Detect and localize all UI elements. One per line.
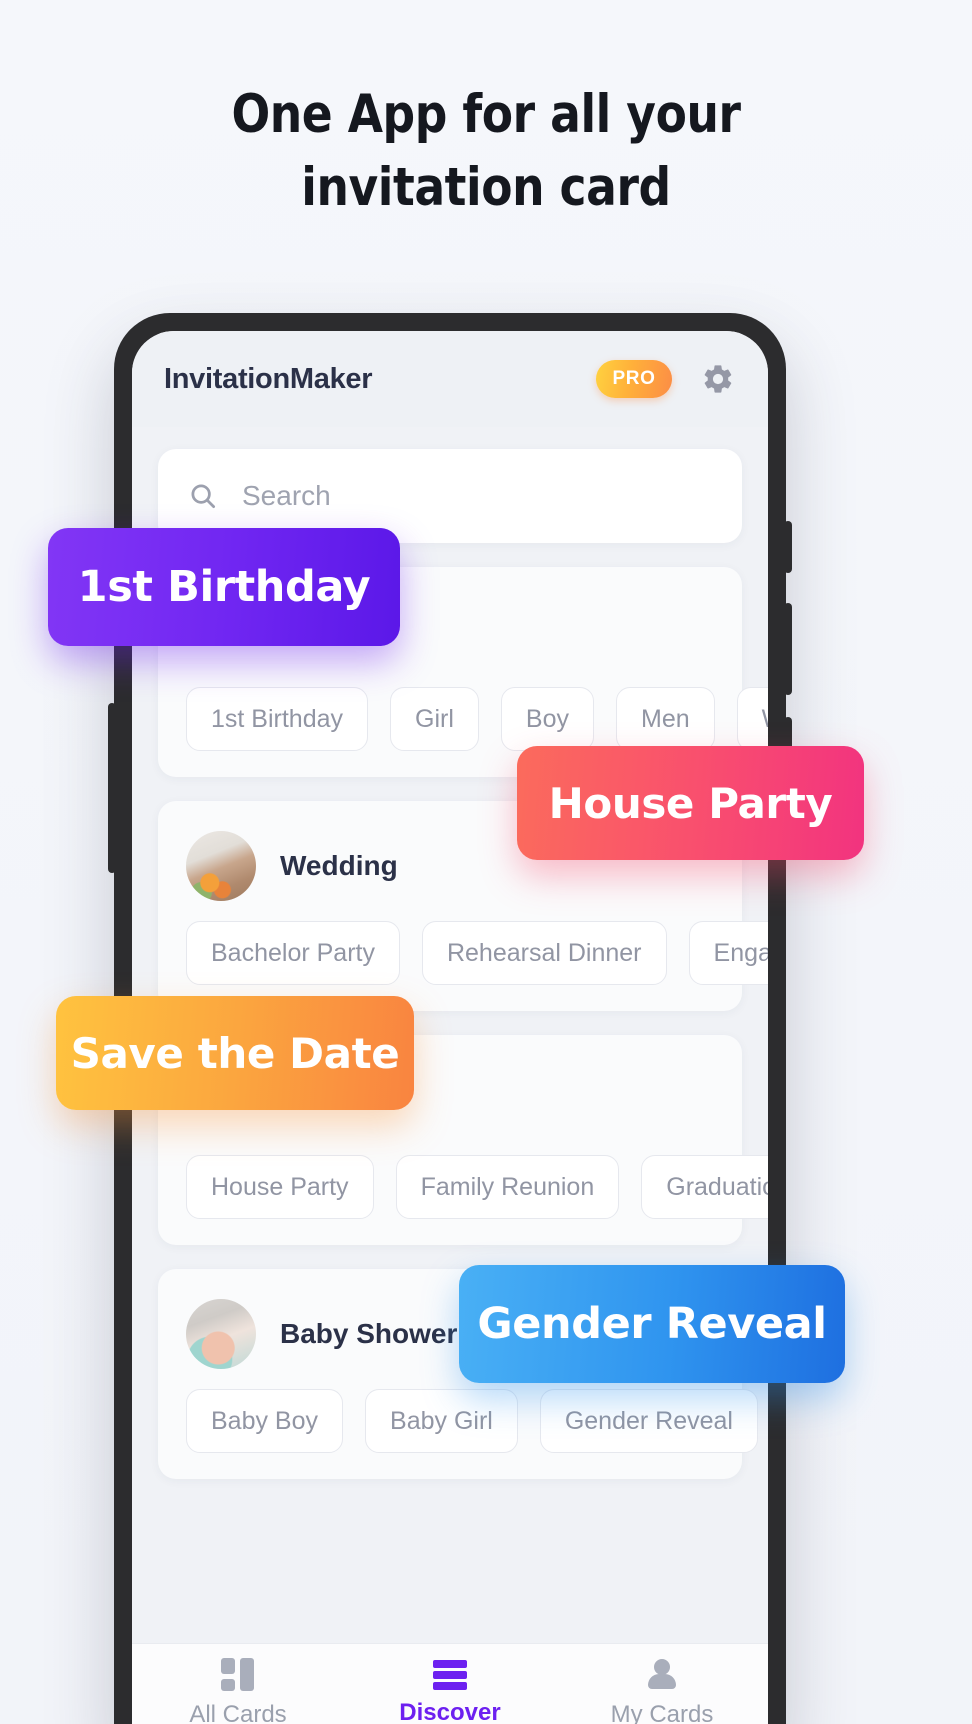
chip[interactable]: Family Reunion <box>395 1155 620 1219</box>
nav-label: My Cards <box>610 1701 714 1724</box>
chip[interactable]: 1st Birthday <box>186 687 369 751</box>
phone-volume-up-button <box>784 603 792 695</box>
chip-row[interactable]: Baby Boy Baby Girl Gender Reveal <box>158 1375 758 1453</box>
list-icon <box>433 1660 467 1690</box>
chip[interactable]: Baby Boy <box>186 1389 344 1453</box>
bottom-navigation: All Cards Discover My Cards <box>132 1643 768 1724</box>
chip[interactable]: Bachelor Party <box>186 921 400 985</box>
nav-item-discover[interactable]: Discover <box>344 1644 556 1724</box>
chip-row[interactable]: 1st Birthday Girl Boy Men Women <box>158 673 768 751</box>
promo-screenshot: One App for all your invitation card Inv… <box>0 0 972 1724</box>
nav-label: Discover <box>399 1699 501 1724</box>
phone-power-button <box>784 521 792 573</box>
app-header: InvitationMaker PRO <box>132 331 768 427</box>
baby-shower-thumbnail-image <box>186 1299 256 1369</box>
search-icon <box>191 484 215 508</box>
page-title: One App for all your invitation card <box>68 78 904 224</box>
pro-badge[interactable]: PRO <box>596 360 672 398</box>
phone-side-button <box>108 703 116 873</box>
person-icon <box>645 1658 679 1692</box>
nav-label: All Cards <box>189 1701 287 1724</box>
nav-item-all-cards[interactable]: All Cards <box>132 1644 344 1724</box>
chip[interactable]: Girl <box>390 687 479 751</box>
chip-row[interactable]: House Party Family Reunion Graduation Pa… <box>158 1141 768 1219</box>
callout-gender-reveal: Gender Reveal <box>459 1265 845 1383</box>
chip[interactable]: Rehearsal Dinner <box>421 921 667 985</box>
app-title: InvitationMaker <box>164 362 373 395</box>
chip[interactable]: Engagement Party <box>688 921 768 985</box>
chip[interactable]: Baby Girl <box>365 1389 518 1453</box>
section-title: Wedding <box>280 850 398 881</box>
callout-save-the-date: Save the Date <box>56 996 414 1110</box>
chip[interactable]: Graduation Party <box>641 1155 768 1219</box>
headline-line-1: One App for all your <box>231 84 741 145</box>
nav-item-my-cards[interactable]: My Cards <box>556 1644 768 1724</box>
chip[interactable]: Gender Reveal <box>539 1389 758 1453</box>
chip-row[interactable]: Bachelor Party Rehearsal Dinner Engageme… <box>158 907 768 985</box>
search-placeholder: Search <box>242 480 331 511</box>
headline-line-2: invitation card <box>301 157 671 219</box>
grid-icon <box>221 1658 255 1692</box>
chip[interactable]: Women <box>736 687 768 751</box>
section-title: Baby Shower <box>280 1318 458 1349</box>
gear-icon[interactable] <box>700 361 736 397</box>
wedding-thumbnail-image <box>186 831 256 901</box>
chip[interactable]: Boy <box>500 687 594 751</box>
chip[interactable]: Men <box>616 687 715 751</box>
chip[interactable]: House Party <box>186 1155 374 1219</box>
callout-1st-birthday: 1st Birthday <box>48 528 400 646</box>
callout-house-party: House Party <box>517 746 864 860</box>
